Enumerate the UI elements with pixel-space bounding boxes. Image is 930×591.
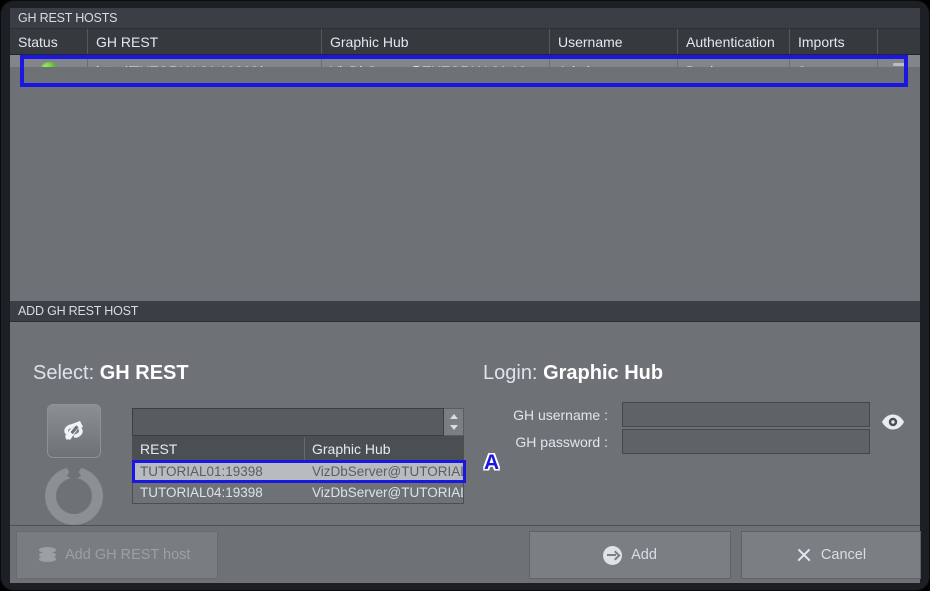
add-button-label: Add [631, 547, 657, 563]
dialog-window: GH REST HOSTS Status GH REST Graphic Hub… [0, 0, 930, 591]
column-header-authentication[interactable]: Authentication [678, 29, 790, 54]
select-label-strong: GH REST [99, 362, 189, 384]
loading-ring-icon [45, 467, 103, 525]
cancel-button[interactable]: Cancel [741, 531, 921, 579]
gh-rest-combo-input[interactable] [132, 408, 444, 436]
dialog-content: GH REST HOSTS Status GH REST Graphic Hub… [10, 8, 921, 583]
column-header-gh-rest[interactable]: GH REST [88, 29, 322, 54]
rest-connection-button[interactable] [47, 404, 101, 458]
list-item[interactable]: TUTORIAL04:19398 VizDbServer@TUTORIAL [133, 482, 463, 503]
dialog-footer: Add GH REST host Add Cancel [10, 525, 921, 583]
list-item-rest: TUTORIAL04:19398 [140, 485, 263, 500]
gh-rest-hosts-panel: GH REST HOSTS Status GH REST Graphic Hub… [10, 8, 920, 301]
login-label-prefix: Login: [483, 362, 538, 384]
column-header-imports[interactable]: Imports [790, 29, 878, 54]
list-item[interactable]: TUTORIAL01:19398 VizDbServer@TUTORIAL [132, 460, 466, 483]
list-item-rest: TUTORIAL01:19398 [140, 464, 263, 479]
trash-lid [892, 63, 906, 67]
login-column-heading: Login: Graphic Hub [483, 362, 663, 385]
list-item-graphic-hub: VizDbServer@TUTORIAL [312, 485, 463, 500]
mini-column-header-rest[interactable]: REST [133, 437, 305, 461]
database-icon [39, 547, 56, 563]
gh-username-label: GH username : [513, 407, 608, 423]
chevron-down-icon[interactable] [449, 425, 458, 430]
column-header-graphic-hub[interactable]: Graphic Hub [322, 29, 550, 54]
hosts-table-empty-area [10, 67, 920, 301]
gh-rest-list: REST Graphic Hub TUTORIAL01:19398 VizDbS… [132, 436, 466, 504]
add-button[interactable]: Add [529, 531, 731, 579]
gh-rest-list-header: REST Graphic Hub [133, 437, 463, 461]
annotation-marker-a: A [484, 451, 500, 474]
close-x-icon [796, 547, 812, 563]
arrow-right-circle-icon [603, 545, 623, 565]
eye-icon[interactable] [881, 413, 905, 431]
column-header-status[interactable]: Status [10, 29, 88, 54]
gh-rest-hosts-title: GH REST HOSTS [10, 8, 920, 29]
add-gh-rest-host-button[interactable]: Add GH REST host [16, 531, 218, 579]
gh-rest-combo[interactable] [132, 408, 464, 436]
list-item-graphic-hub: VizDbServer@TUTORIAL [312, 464, 463, 479]
add-gh-rest-host-title: ADD GH REST HOST [10, 301, 920, 322]
column-header-username[interactable]: Username [550, 29, 678, 54]
gh-username-input[interactable] [622, 402, 870, 427]
link-connection-icon [64, 421, 83, 440]
select-label-prefix: Select: [33, 362, 95, 384]
cancel-button-label: Cancel [820, 547, 867, 563]
hosts-table-header: Status GH REST Graphic Hub Username Auth… [10, 29, 920, 55]
select-column-heading: Select: GH REST [33, 362, 189, 385]
column-header-actions[interactable] [878, 29, 920, 54]
database-disc-bottom [39, 556, 56, 562]
gh-password-label: GH password : [515, 434, 608, 450]
add-gh-rest-host-button-label: Add GH REST host [65, 547, 191, 563]
gh-password-input[interactable] [622, 429, 870, 454]
login-label-strong: Graphic Hub [543, 362, 664, 384]
